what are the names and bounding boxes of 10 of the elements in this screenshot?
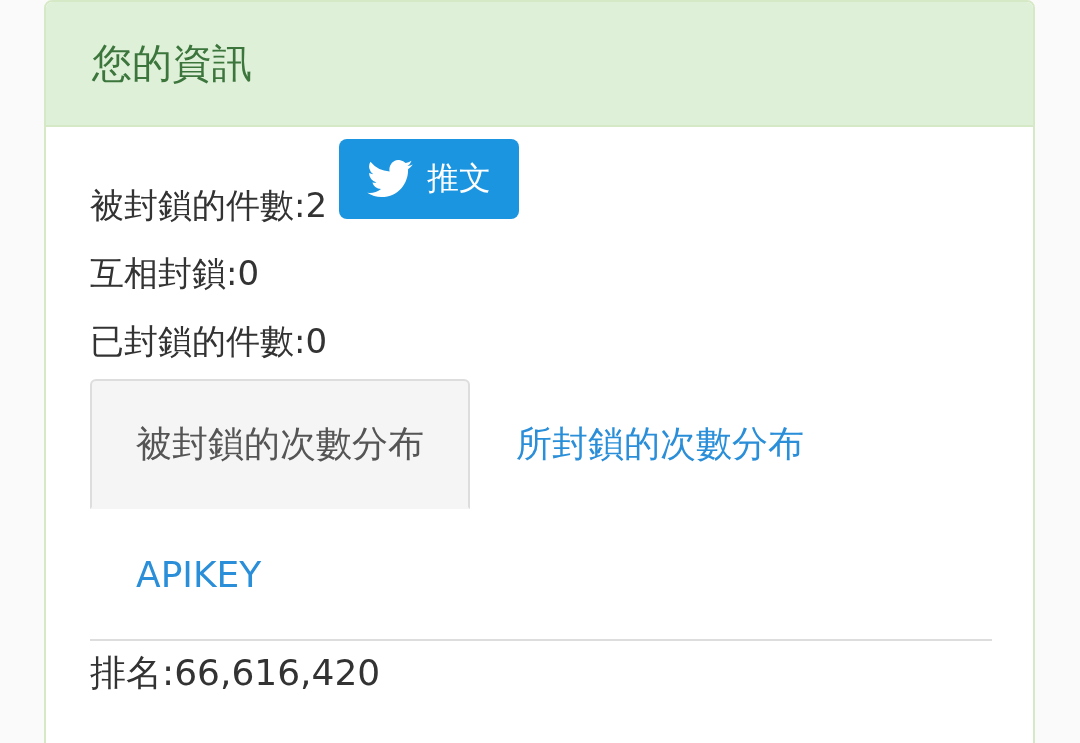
bird-icon	[367, 160, 414, 198]
stat-text: 被封鎖的件數:2	[90, 184, 328, 227]
tab[interactable]: 所封鎖的次數分布	[470, 379, 850, 509]
tab[interactable]: APIKEY	[90, 509, 308, 639]
stat-text: 已封鎖的件數:0	[90, 320, 328, 363]
tweet-button[interactable]: 推文	[339, 139, 520, 219]
rank-text: 排名:66,616,420	[90, 651, 382, 695]
stat-text: 互相封鎖:0	[90, 252, 260, 295]
panel-title: 您的資訊	[92, 39, 252, 88]
tab[interactable]: 被封鎖的次數分布	[90, 379, 470, 509]
